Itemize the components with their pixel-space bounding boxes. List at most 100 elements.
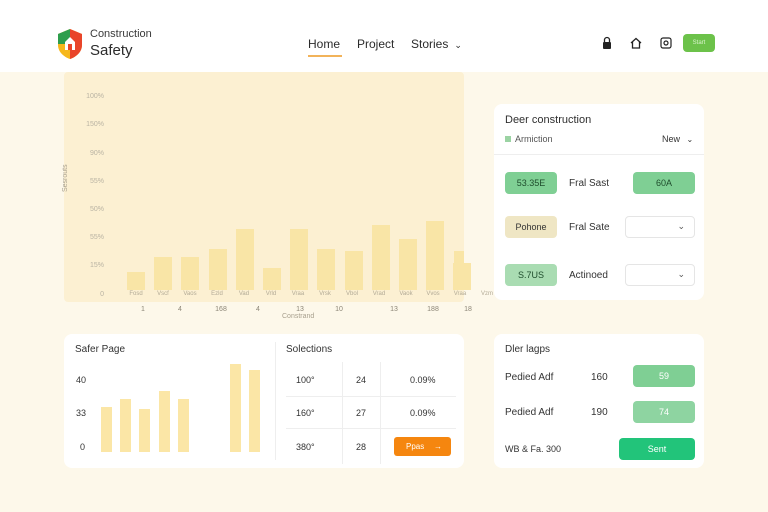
deer-construction-card: Deer construction Armiction New ⌄ 53.35E… bbox=[494, 104, 704, 300]
settings-icon[interactable] bbox=[659, 36, 673, 50]
nav-home-label: Home bbox=[308, 37, 341, 51]
y-tick-label: 0 bbox=[80, 442, 86, 452]
y-tick-label: 150% bbox=[86, 121, 104, 128]
row-dropdown[interactable]: ⌄ bbox=[625, 216, 695, 238]
x-tick-label: 188 bbox=[427, 306, 439, 313]
chart-bar bbox=[235, 229, 254, 290]
active-tab-underline bbox=[308, 55, 342, 57]
x-tick-label: 10 bbox=[335, 306, 343, 313]
y-tick-label: 55% bbox=[89, 234, 104, 241]
mini-chart-bar bbox=[249, 370, 260, 452]
table-divider bbox=[380, 362, 381, 464]
y-axis: 100% 150% 90% 55% 50% 55% 15% 0 bbox=[64, 72, 104, 302]
value-pill[interactable]: 59 bbox=[633, 365, 695, 387]
legend-swatch bbox=[505, 136, 511, 142]
x-tick-label: Vrad bbox=[372, 291, 386, 297]
table-cell: 160° bbox=[296, 408, 315, 418]
x-tick-label: Vscf bbox=[157, 291, 169, 297]
chart-bar bbox=[290, 229, 309, 290]
chart-bar bbox=[263, 268, 281, 290]
nav-stories-dropdown[interactable]: Stories ⌄ bbox=[411, 37, 462, 51]
mini-chart-bar bbox=[159, 391, 170, 452]
chevron-down-icon: ⌄ bbox=[677, 269, 685, 279]
y-tick-label: 100% bbox=[86, 93, 104, 100]
table-cell: 100° bbox=[296, 375, 315, 385]
value-pill[interactable]: 53.35E bbox=[505, 172, 557, 194]
card-title: Deer construction bbox=[505, 114, 592, 126]
mini-chart-bar bbox=[139, 408, 150, 452]
filter-select-value: New bbox=[662, 134, 681, 144]
filter-select[interactable]: New ⌄ bbox=[662, 134, 693, 144]
value-pill[interactable]: Pohone bbox=[505, 216, 557, 238]
chevron-down-icon: ⌄ bbox=[677, 221, 685, 231]
row-label: Actinoed bbox=[569, 270, 608, 281]
y-tick-label: 0 bbox=[100, 291, 104, 298]
value-pill[interactable]: 74 bbox=[633, 401, 695, 423]
nav-stories-label: Stories bbox=[411, 37, 449, 51]
row-number: 190 bbox=[591, 407, 608, 418]
nav-home[interactable]: Home bbox=[308, 37, 342, 57]
mini-chart-bar bbox=[101, 407, 112, 452]
card-title: Safer Page bbox=[75, 344, 126, 355]
x-tick-label: 168 bbox=[215, 306, 227, 313]
chart-bar bbox=[454, 251, 464, 290]
y-axis-title: Sesrouts bbox=[62, 164, 69, 192]
home-icon[interactable] bbox=[629, 36, 643, 50]
table-cell: 0.09% bbox=[410, 408, 436, 418]
main-bar-chart-panel: 100% 150% 90% 55% 50% 55% 15% 0 Sesrouts… bbox=[62, 72, 546, 302]
value-pill[interactable]: 60A bbox=[633, 172, 695, 194]
safety-shield-logo-icon bbox=[58, 29, 82, 59]
chart-bar bbox=[426, 221, 445, 290]
chart-bar bbox=[371, 225, 390, 290]
chart-bar bbox=[181, 256, 200, 290]
x-tick-label: Vraa bbox=[453, 291, 467, 297]
row-label: Fral Sast bbox=[569, 178, 610, 189]
x-tick-label: Vrld bbox=[265, 291, 277, 297]
x-tick-label: Vaok bbox=[399, 291, 413, 297]
x-tick-label: 13 bbox=[296, 306, 304, 313]
divider bbox=[275, 342, 276, 460]
x-tick-label: Vbol bbox=[345, 291, 358, 297]
card-title: Dler lagps bbox=[505, 344, 551, 355]
chart-bar bbox=[344, 250, 363, 290]
y-tick-label: 50% bbox=[89, 206, 104, 213]
row-number: 160 bbox=[591, 372, 608, 383]
nav-project-label: Project bbox=[357, 37, 395, 51]
send-button[interactable]: Sent bbox=[619, 438, 695, 460]
divider bbox=[494, 154, 704, 155]
table-cell: 0.09% bbox=[410, 375, 436, 385]
start-button[interactable]: Start bbox=[683, 34, 715, 52]
x-axis-title: Constrand bbox=[282, 313, 315, 320]
row-dropdown[interactable]: ⌄ bbox=[625, 264, 695, 286]
row-label: Pedied Adf bbox=[505, 372, 554, 383]
chart-bar bbox=[208, 248, 227, 290]
y-tick-label: 15% bbox=[89, 262, 104, 269]
brand-line-1: Construction bbox=[90, 28, 152, 40]
y-tick-label: 55% bbox=[89, 178, 104, 185]
pass-button-label: Ppas bbox=[406, 442, 425, 451]
chart-bar bbox=[154, 256, 173, 290]
legend-label: Armiction bbox=[515, 134, 553, 144]
chart-bar bbox=[399, 239, 417, 290]
x-tick-label: Vraa bbox=[291, 291, 305, 297]
pass-button[interactable]: Ppas → bbox=[394, 437, 451, 456]
x-tick-label: Fosd bbox=[129, 291, 143, 297]
row-label: Fral Sate bbox=[569, 222, 610, 233]
y-tick-label: 90% bbox=[89, 150, 104, 157]
top-navigation-bar: Construction Safety Home Project Stories… bbox=[0, 0, 768, 72]
table-cell: 24 bbox=[356, 375, 367, 385]
chart-bar bbox=[317, 248, 336, 290]
chevron-down-icon: ⌄ bbox=[686, 135, 694, 144]
table-cell: 28 bbox=[356, 442, 367, 452]
table-cell: 27 bbox=[356, 408, 367, 418]
x-tick-label: 4 bbox=[256, 306, 260, 313]
x-tick-label: Vvos bbox=[426, 291, 440, 297]
dler-lagps-card: Dler lagps Pedied Adf 160 59 Pedied Adf … bbox=[494, 334, 704, 468]
footer-label: WB & Fa. 300 bbox=[505, 444, 562, 454]
value-pill[interactable]: S.7US bbox=[505, 264, 557, 286]
lock-icon[interactable] bbox=[600, 36, 614, 50]
table-title: Solections bbox=[286, 344, 333, 355]
x-tick-label: 1 bbox=[141, 306, 145, 313]
nav-project[interactable]: Project bbox=[357, 37, 394, 51]
x-tick-label: Ezld bbox=[211, 291, 223, 297]
